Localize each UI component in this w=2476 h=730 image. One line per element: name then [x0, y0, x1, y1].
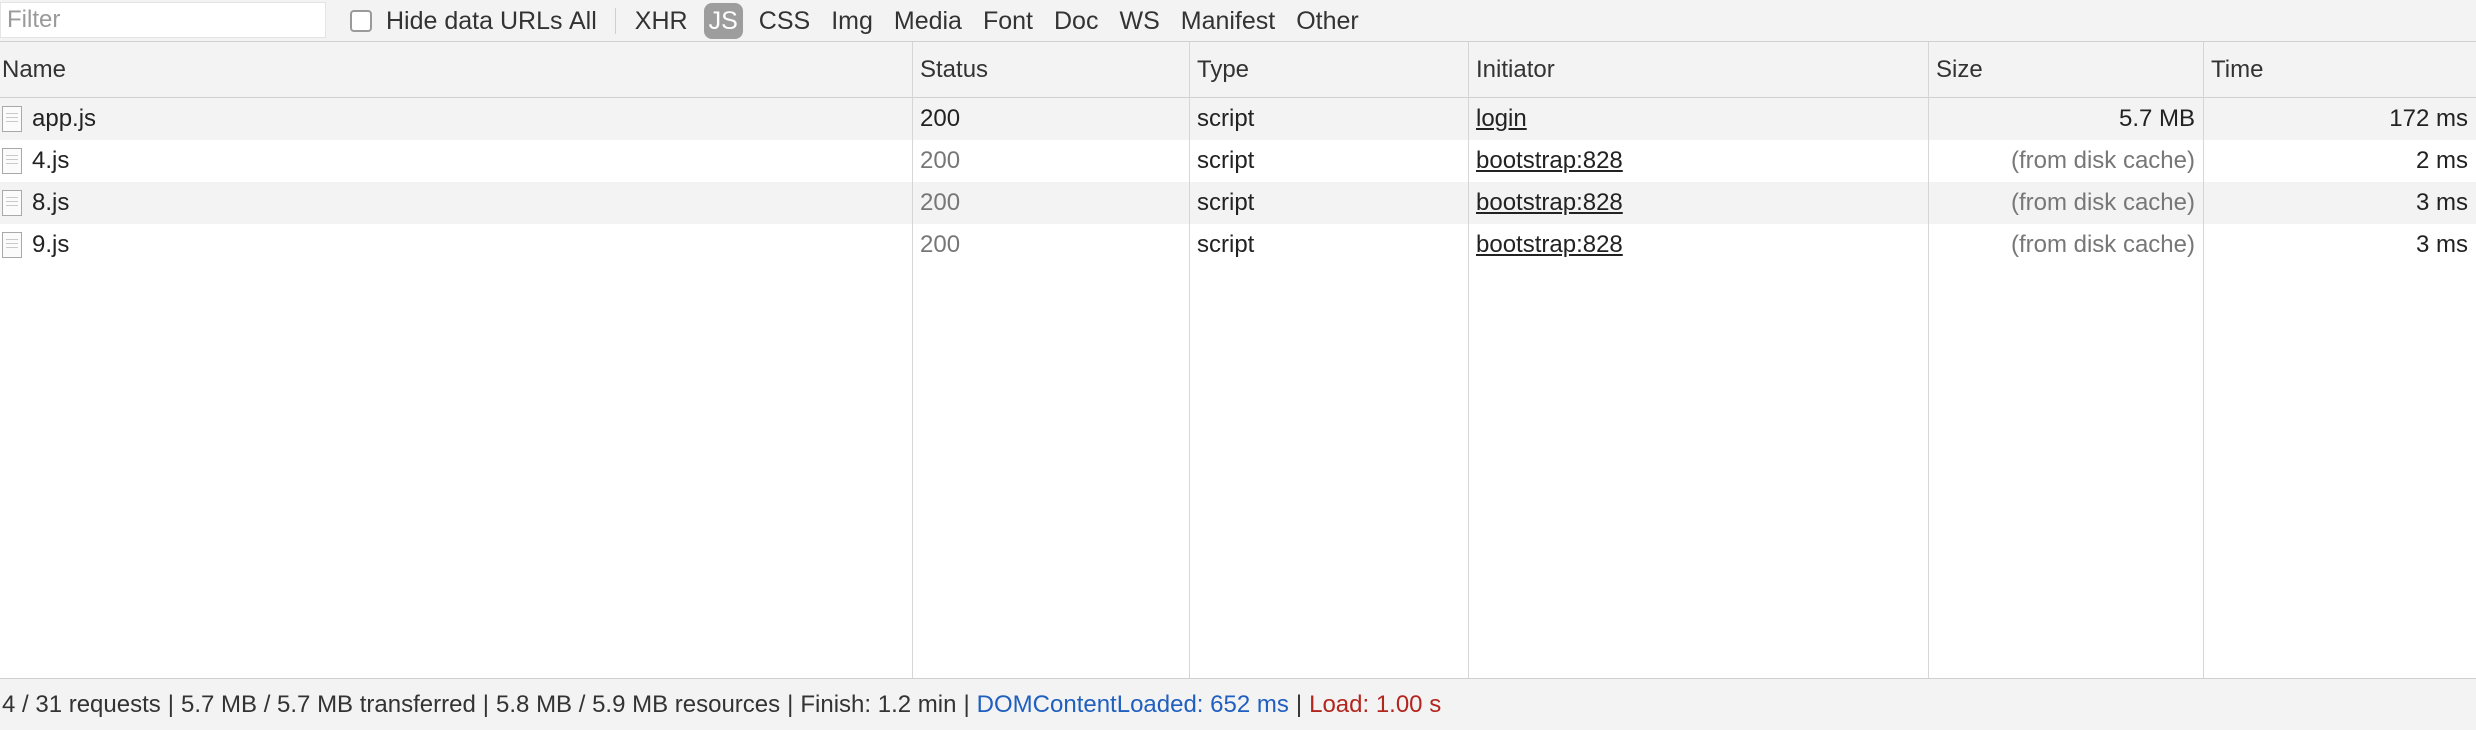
request-type: script [1197, 147, 1255, 174]
column-divider[interactable] [2203, 42, 2204, 678]
summary-finish: Finish: 1.2 min [800, 690, 957, 718]
table-row[interactable]: 4.js 200 script bootstrap:828 (from disk… [0, 140, 2476, 182]
table-row[interactable]: 8.js 200 script bootstrap:828 (from disk… [0, 182, 2476, 224]
request-size: (from disk cache) [2010, 189, 2195, 216]
summary-resources: 5.8 MB / 5.9 MB resources [496, 690, 781, 718]
filter-input[interactable] [0, 2, 326, 38]
request-name: 4.js [32, 147, 70, 174]
column-divider[interactable] [1468, 42, 1469, 678]
request-name-cell[interactable]: 4.js [0, 140, 912, 182]
request-status: 200 [920, 231, 961, 258]
request-size: (from disk cache) [2010, 231, 2195, 258]
request-type: script [1197, 105, 1255, 132]
summary-requests: 4 / 31 requests [2, 690, 161, 718]
network-filter-toolbar: Hide data URLs All XHR JS CSS Img Media … [0, 0, 2476, 42]
request-name: 8.js [32, 189, 70, 216]
summary-transferred: 5.7 MB / 5.7 MB transferred [181, 690, 476, 718]
request-initiator-cell: bootstrap:828 [1468, 140, 1928, 182]
table-body: app.js 200 script login 5.7 MB 172 ms 4.… [0, 98, 2476, 266]
table-row[interactable]: 9.js 200 script bootstrap:828 (from disk… [0, 224, 2476, 266]
network-summary-bar: 4 / 31 requests | 5.7 MB / 5.7 MB transf… [0, 678, 2476, 730]
column-divider[interactable] [1189, 42, 1190, 678]
summary-separator: | [482, 690, 490, 718]
summary-separator: | [167, 690, 174, 718]
document-file-icon [2, 106, 22, 132]
type-filter-other[interactable]: Other [1291, 3, 1364, 39]
request-initiator-link[interactable]: bootstrap:828 [1476, 147, 1623, 175]
request-status: 200 [920, 147, 961, 174]
summary-load: Load: 1.00 s [1309, 690, 1442, 718]
request-name-cell[interactable]: 9.js [0, 224, 912, 266]
type-filter-css[interactable]: CSS [754, 3, 815, 39]
hide-data-urls-toggle[interactable]: Hide data URLs [350, 0, 562, 42]
request-type: script [1197, 231, 1255, 258]
document-file-icon [2, 148, 22, 174]
network-panel: Hide data URLs All XHR JS CSS Img Media … [0, 0, 2476, 730]
type-filter-divider [614, 8, 616, 34]
request-size: (from disk cache) [2010, 147, 2195, 174]
type-filter-manifest[interactable]: Manifest [1176, 3, 1280, 39]
document-file-icon [2, 232, 22, 258]
request-name-cell[interactable]: app.js [0, 98, 912, 140]
column-header-size[interactable]: Size [1928, 42, 2203, 97]
request-time: 172 ms [2389, 105, 2468, 132]
table-row[interactable]: app.js 200 script login 5.7 MB 172 ms [0, 98, 2476, 140]
table-header: Name Status Type Initiator Size Time [0, 42, 2476, 98]
request-initiator-cell: bootstrap:828 [1468, 224, 1928, 266]
request-name-cell[interactable]: 8.js [0, 182, 912, 224]
request-initiator-cell: bootstrap:828 [1468, 182, 1928, 224]
hide-data-urls-checkbox[interactable] [350, 10, 372, 32]
requests-table: Name Status Type Initiator Size Time app… [0, 42, 2476, 678]
column-header-name[interactable]: Name [0, 42, 912, 97]
request-status: 200 [920, 189, 961, 216]
type-filter-js[interactable]: JS [703, 3, 743, 39]
type-filter-img[interactable]: Img [826, 3, 878, 39]
column-header-status[interactable]: Status [912, 42, 1189, 97]
request-initiator-cell: login [1468, 98, 1928, 140]
request-initiator-link[interactable]: bootstrap:828 [1476, 189, 1623, 217]
request-name: app.js [32, 105, 97, 132]
summary-separator: | [963, 690, 970, 718]
type-filter-xhr[interactable]: XHR [630, 3, 693, 39]
type-filter-font[interactable]: Font [978, 3, 1038, 39]
summary-separator: | [1295, 690, 1303, 718]
hide-data-urls-label: Hide data URLs [386, 6, 563, 35]
request-type: script [1197, 189, 1255, 216]
column-header-type[interactable]: Type [1189, 42, 1468, 97]
request-initiator-link[interactable]: bootstrap:828 [1476, 231, 1623, 259]
column-divider[interactable] [1928, 42, 1929, 678]
column-header-initiator[interactable]: Initiator [1468, 42, 1928, 97]
column-header-time[interactable]: Time [2203, 42, 2476, 97]
type-filter-ws[interactable]: WS [1114, 3, 1164, 39]
request-name: 9.js [32, 231, 70, 258]
summary-dom-content-loaded: DOMContentLoaded: 652 ms [976, 690, 1289, 718]
request-time: 3 ms [2415, 189, 2468, 216]
column-divider[interactable] [912, 42, 913, 678]
type-filter-media[interactable]: Media [889, 3, 967, 39]
document-file-icon [2, 190, 22, 216]
type-filter-doc[interactable]: Doc [1049, 3, 1103, 39]
request-time: 2 ms [2415, 147, 2468, 174]
request-initiator-link[interactable]: login [1476, 105, 1527, 133]
request-time: 3 ms [2415, 231, 2468, 258]
request-status: 200 [920, 105, 961, 132]
resource-type-filters: All XHR JS CSS Img Media Font Doc WS Man… [564, 0, 1375, 42]
request-size: 5.7 MB [2118, 105, 2195, 132]
type-filter-all[interactable]: All [564, 3, 602, 39]
summary-separator: | [787, 690, 794, 718]
